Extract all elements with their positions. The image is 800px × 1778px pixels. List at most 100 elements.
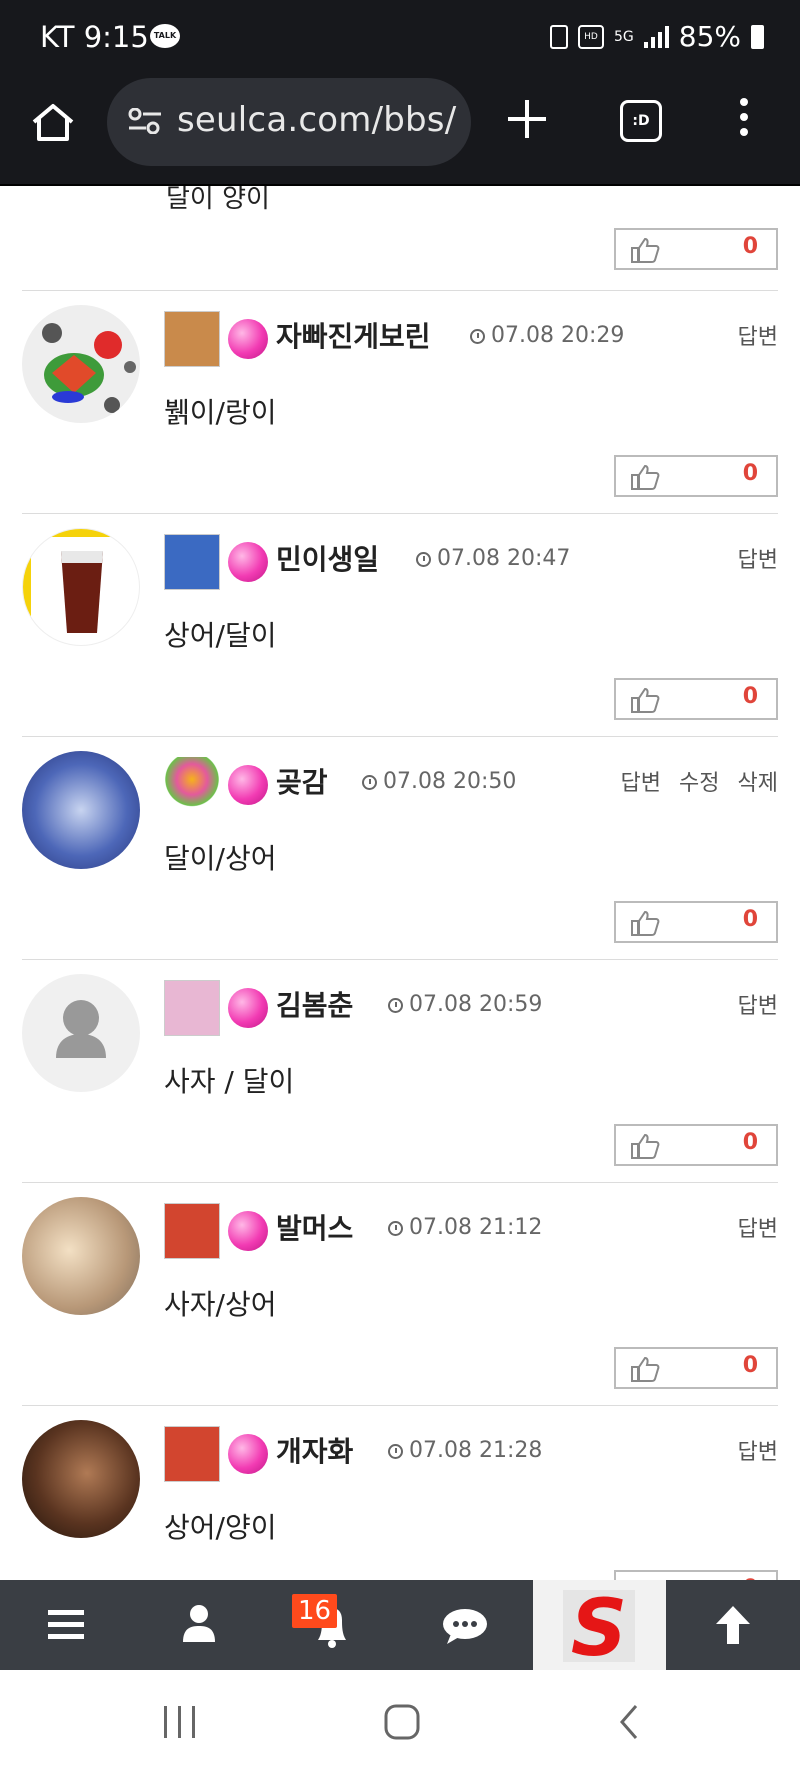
timestamp: 07.08 20:29	[470, 323, 624, 348]
profile-button[interactable]	[133, 1580, 266, 1670]
tab-switcher-button[interactable]: :D	[620, 100, 662, 142]
avatar[interactable]	[22, 751, 140, 869]
like-count: 0	[742, 234, 758, 259]
clock-icon	[470, 329, 485, 344]
thumbs-up-icon	[631, 687, 660, 713]
comment-list: 달이 양이 0 자빠진게보린 07.08 20:29 답변 뷁이/랑이 0 민이…	[0, 186, 800, 1580]
site-logo-button[interactable]: S	[533, 1580, 666, 1674]
url-text[interactable]: seulca.com/bbs/	[177, 100, 456, 140]
avatar[interactable]	[22, 1197, 140, 1315]
clock-icon	[416, 552, 431, 567]
pink-orb-icon	[228, 542, 268, 582]
new-tab-icon[interactable]	[508, 100, 546, 138]
status-icons: HD 5G 85%	[550, 20, 764, 53]
timestamp: 07.08 21:28	[388, 1438, 542, 1463]
timestamp: 07.08 20:50	[362, 769, 516, 794]
like-button[interactable]: 0	[614, 1347, 778, 1389]
like-count: 0	[742, 907, 758, 932]
like-count: 0	[742, 1353, 758, 1378]
like-button[interactable]: 0	[614, 1124, 778, 1166]
comment-item: 자빠진게보린 07.08 20:29 답변 뷁이/랑이 0	[22, 291, 778, 514]
pink-orb-icon	[228, 319, 268, 359]
reply-link[interactable]: 답변	[738, 325, 778, 350]
address-bar[interactable]: seulca.com/bbs/	[107, 78, 471, 166]
like-button[interactable]: 0	[614, 901, 778, 943]
network-type: 5G	[614, 28, 634, 45]
battery-percent: 85%	[678, 20, 741, 53]
delete-link[interactable]: 삭제	[738, 771, 778, 796]
thumbs-up-icon	[631, 1133, 660, 1159]
recent-apps-icon[interactable]	[160, 1704, 200, 1740]
carrier-time: KT 9:15	[40, 20, 149, 54]
menu-button[interactable]	[0, 1580, 133, 1670]
nickname[interactable]: 김봄춘	[276, 984, 353, 1024]
nickname[interactable]: 발머스	[276, 1207, 353, 1247]
comment-actions: 답변	[720, 1211, 778, 1243]
timestamp: 07.08 20:47	[416, 546, 570, 571]
level-badge-icon	[164, 1203, 220, 1259]
reply-link[interactable]: 답변	[738, 1440, 778, 1465]
comment-actions: 답변	[720, 1434, 778, 1466]
nickname[interactable]: 자빠진게보린	[276, 315, 431, 355]
like-button[interactable]: 0	[614, 228, 778, 270]
like-button[interactable]: 0	[614, 455, 778, 497]
pink-orb-icon	[228, 988, 268, 1028]
comment-actions: 답변 수정 삭제	[603, 765, 778, 797]
more-menu-icon[interactable]	[740, 98, 748, 143]
comment-item: 김봄춘 07.08 20:59 답변 사자 / 달이 0	[22, 960, 778, 1183]
thumbs-up-icon	[631, 1356, 660, 1382]
signal-icon	[643, 25, 669, 48]
battery-icon	[751, 24, 764, 49]
user-icon	[183, 1605, 215, 1642]
pink-orb-icon	[228, 1211, 268, 1251]
reply-link[interactable]: 답변	[738, 994, 778, 1019]
nickname[interactable]: 곶감	[276, 761, 328, 801]
status-bar: KT 9:15 TALK HD 5G 85%	[0, 0, 800, 72]
like-button[interactable]: 0	[614, 678, 778, 720]
home-icon[interactable]	[30, 102, 76, 142]
like-count: 0	[742, 684, 758, 709]
kakaotalk-notification-icon: TALK	[150, 24, 180, 48]
nfc-icon	[550, 24, 568, 49]
like-count: 0	[742, 1130, 758, 1155]
comment-text: 사자/상어	[164, 1288, 277, 1321]
nickname[interactable]: 개자화	[276, 1430, 353, 1470]
chat-icon	[443, 1609, 487, 1644]
timestamp: 07.08 20:59	[388, 992, 542, 1017]
comment-text: 상어/달이	[164, 619, 277, 652]
site-settings-icon[interactable]	[127, 108, 163, 134]
reply-link[interactable]: 답변	[621, 771, 661, 796]
notification-badge: 16	[292, 1594, 338, 1628]
scroll-top-button[interactable]	[666, 1580, 799, 1670]
pink-orb-icon	[228, 765, 268, 805]
arrow-up-icon	[716, 1606, 750, 1644]
like-button[interactable]: 0	[614, 1570, 778, 1580]
level-badge-icon	[164, 311, 220, 367]
nickname[interactable]: 민이생일	[276, 538, 379, 578]
comment-item: 곶감 07.08 20:50 답변 수정 삭제 달이/상어 0	[22, 737, 778, 960]
comment-item: 민이생일 07.08 20:47 답변 상어/달이 0	[22, 514, 778, 737]
comment-actions: 답변	[720, 319, 778, 351]
edit-link[interactable]: 수정	[679, 771, 719, 796]
comment-item: 발머스 07.08 21:12 답변 사자/상어 0	[22, 1183, 778, 1406]
level-badge-icon	[164, 980, 220, 1036]
clock-icon	[362, 775, 377, 790]
timestamp: 07.08 21:12	[388, 1215, 542, 1240]
reply-link[interactable]: 답변	[738, 548, 778, 573]
back-icon[interactable]	[614, 1702, 644, 1742]
comment-text: 사자 / 달이	[164, 1065, 295, 1098]
avatar[interactable]	[22, 305, 140, 423]
comment-actions: 답변	[720, 542, 778, 574]
like-count: 0	[742, 461, 758, 486]
level-badge-icon	[164, 534, 220, 590]
thumbs-up-icon	[631, 910, 660, 936]
avatar[interactable]	[22, 1420, 140, 1538]
thumbs-up-icon	[631, 464, 660, 490]
system-nav-bar	[0, 1670, 800, 1778]
home-circle-icon[interactable]	[382, 1702, 422, 1742]
avatar[interactable]	[22, 528, 140, 646]
s-logo-icon: S	[563, 1584, 635, 1674]
chat-button[interactable]	[399, 1580, 532, 1670]
avatar[interactable]	[22, 974, 140, 1092]
reply-link[interactable]: 답변	[738, 1217, 778, 1242]
